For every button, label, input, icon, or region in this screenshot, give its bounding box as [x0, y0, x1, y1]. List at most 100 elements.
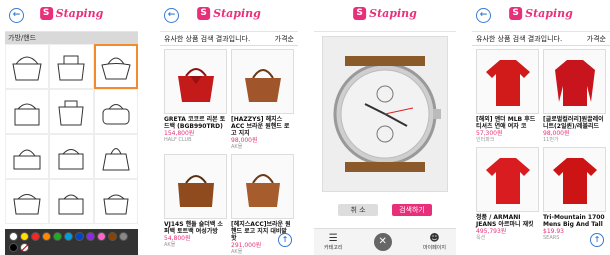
- logo-text: Staping: [525, 7, 573, 20]
- results-grid: [해외] 앤더 MLB 후드 티셔츠 연애 여자 코 57,300원 인터파크 …: [472, 46, 610, 244]
- logo-icon: S: [509, 7, 523, 20]
- color-swatch[interactable]: [9, 232, 18, 241]
- color-swatch[interactable]: [119, 232, 128, 241]
- top-bar: S Staping: [314, 0, 456, 32]
- bag-sketch[interactable]: [5, 89, 50, 134]
- back-button[interactable]: ←: [164, 8, 179, 23]
- app-logo: S Staping: [39, 7, 104, 20]
- bag-sketch[interactable]: [5, 44, 50, 89]
- bag-sketch[interactable]: [5, 134, 50, 179]
- product-image: [543, 49, 606, 114]
- color-swatch[interactable]: [42, 232, 51, 241]
- product-image: [164, 154, 227, 219]
- product-image: [543, 147, 606, 212]
- scroll-top-button[interactable]: ↑: [590, 233, 604, 247]
- color-swatch[interactable]: [97, 232, 106, 241]
- bag-results-screen: ← S Staping 유사한 상품 검색 결과입니다. 가격순 GRETA 코…: [160, 0, 298, 255]
- results-header: 유사한 상품 검색 결과입니다. 가격순: [160, 32, 298, 46]
- app-logo: S Staping: [509, 7, 573, 20]
- back-button[interactable]: ←: [476, 8, 491, 23]
- color-swatch[interactable]: [9, 243, 18, 252]
- color-palette: [5, 229, 138, 255]
- product-image: [231, 49, 294, 114]
- product-card[interactable]: [HAZZYS] 헤지스ACC 브라운 원핸드 로고 지지 98,000원 AK…: [231, 49, 294, 150]
- color-swatch[interactable]: [20, 232, 29, 241]
- scroll-top-button[interactable]: ↑: [278, 233, 292, 247]
- bag-sketch[interactable]: [49, 44, 94, 89]
- category-label: 가방/핸드: [5, 32, 138, 44]
- logo-icon: S: [353, 7, 367, 20]
- color-swatch[interactable]: [108, 232, 117, 241]
- product-price: 154,800원: [164, 130, 195, 137]
- sketch-grid: [5, 44, 138, 224]
- bag-sketch[interactable]: [49, 179, 94, 224]
- back-button[interactable]: ←: [9, 8, 24, 23]
- camera-screen: S Staping 취 소 검색하기 ☰ 카테고리 ✕ ☻ 마이페이지: [314, 0, 456, 255]
- product-price: 54,800원: [164, 235, 191, 242]
- app-logo: S Staping: [353, 7, 417, 20]
- product-title: [해외] 앤더 MLB 후드 티셔츠 연애 여자 코: [476, 116, 536, 130]
- product-shop: AK몰: [164, 242, 176, 248]
- product-price: 98,000원: [231, 137, 258, 144]
- sort-button[interactable]: 가격순: [275, 34, 294, 44]
- product-shop: 옥션: [476, 235, 486, 241]
- close-icon[interactable]: ✕: [373, 233, 392, 251]
- product-image: [476, 49, 539, 114]
- color-swatch[interactable]: [75, 232, 84, 241]
- logo-icon: S: [197, 7, 211, 20]
- product-card[interactable]: [해외] 앤더 MLB 후드 티셔츠 연애 여자 코 57,300원 인터파크: [476, 49, 539, 143]
- sort-button[interactable]: 가격순: [587, 34, 606, 44]
- product-title: [글로벌컬러리]원끌레이니트(2일퀸)/레블리드: [543, 116, 604, 130]
- bag-sketch[interactable]: [93, 89, 138, 134]
- product-shop: HALF CLUB: [164, 137, 192, 143]
- color-swatch[interactable]: [53, 232, 62, 241]
- results-header: 유사한 상품 검색 결과입니다. 가격순: [472, 32, 610, 46]
- product-card[interactable]: Tri-Mountain 1700 Mens Big And Tall $19.…: [543, 147, 606, 241]
- bag-sketch[interactable]: [49, 89, 94, 134]
- menu-icon: ☰: [328, 233, 338, 244]
- user-icon: ☻: [429, 233, 440, 244]
- results-caption: 유사한 상품 검색 결과입니다.: [164, 34, 251, 43]
- bag-sketch[interactable]: [5, 179, 50, 224]
- product-price: 495,793원: [476, 228, 507, 235]
- nav-category[interactable]: ☰ 카테고리: [324, 233, 342, 251]
- logo-icon: S: [39, 7, 53, 20]
- color-swatch[interactable]: [31, 232, 40, 241]
- product-card[interactable]: GRETA 코코르 리본 토드백 (BGB990TRD) 154,800원 HA…: [164, 49, 227, 150]
- watch-image: [333, 56, 441, 172]
- top-bar: ← S Staping: [160, 0, 298, 32]
- product-shop: 11번가: [543, 137, 559, 143]
- bag-sketch[interactable]: [93, 179, 138, 224]
- nav-category-label: 카테고리: [324, 245, 343, 251]
- bag-sketch-selected[interactable]: [93, 44, 138, 89]
- product-title: Tri-Mountain 1700 Mens Big And Tall: [543, 214, 605, 228]
- product-card[interactable]: 정품 / ARMANI JEANS 아르마니 재킷 495,793원 옥션: [476, 147, 539, 241]
- logo-text: Staping: [369, 7, 417, 20]
- nav-mypage[interactable]: ☻ 마이페이지: [423, 233, 446, 251]
- top-bar: ← S Staping: [472, 0, 610, 32]
- product-image: [164, 49, 227, 114]
- logo-text: Staping: [55, 7, 104, 20]
- color-swatch[interactable]: [64, 232, 73, 241]
- bag-sketch[interactable]: [49, 134, 94, 179]
- apparel-results-screen: ← S Staping 유사한 상품 검색 결과입니다. 가격순 [해외] 앤더…: [472, 0, 610, 255]
- product-title: [HAZZYS] 헤지스ACC 브라운 원핸드 로고 지지: [231, 116, 290, 137]
- product-price: 98,000원: [543, 130, 570, 137]
- nav-mypage-label: 마이페이지: [422, 245, 446, 251]
- search-button[interactable]: 검색하기: [392, 204, 432, 216]
- sketch-screen: ← S Staping 가방/핸드: [5, 0, 138, 255]
- color-swatch[interactable]: [86, 232, 95, 241]
- product-card[interactable]: VJ14S 핸들 숄더백 소 퍼백 토트백 여성가방 54,800원 AK몰: [164, 154, 227, 255]
- results-caption: 유사한 상품 검색 결과입니다.: [476, 34, 563, 43]
- bag-sketch[interactable]: [93, 134, 138, 179]
- product-card[interactable]: [글로벌컬러리]원끌레이니트(2일퀸)/레블리드 98,000원 11번가: [543, 49, 606, 143]
- bottom-nav: ☰ 카테고리 ✕ ☻ 마이페이지: [314, 228, 456, 255]
- app-logo: S Staping: [197, 7, 261, 20]
- product-image: [231, 154, 294, 219]
- clear-color-swatch[interactable]: [20, 243, 29, 252]
- product-price: 57,300원: [476, 130, 503, 137]
- action-buttons: 취 소 검색하기: [314, 204, 456, 216]
- product-title: GRETA 코코르 리본 토드백 (BGB990TRD): [164, 116, 226, 130]
- cancel-button[interactable]: 취 소: [338, 204, 378, 216]
- product-title: VJ14S 핸들 숄더백 소 퍼백 토트백 여성가방: [164, 221, 223, 235]
